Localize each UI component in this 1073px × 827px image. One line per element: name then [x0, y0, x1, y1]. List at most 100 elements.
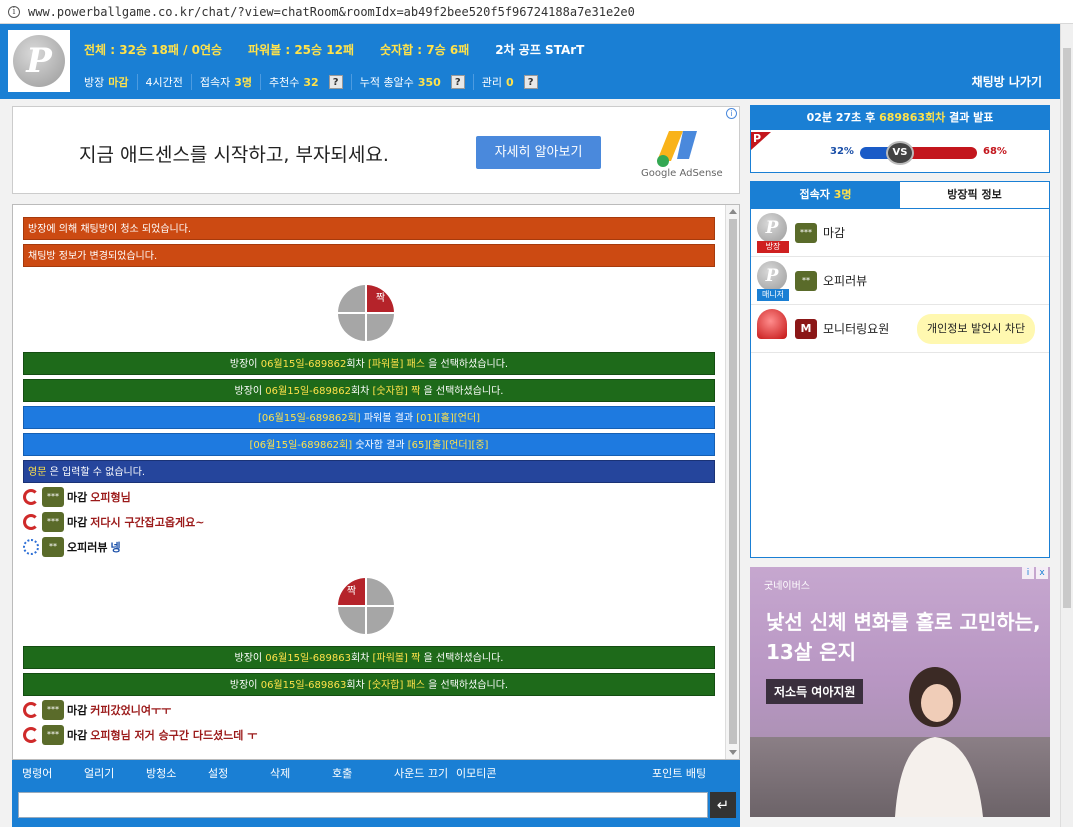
chat-text: 오피형님 — [90, 491, 131, 504]
ad-close-icon[interactable]: x — [1036, 567, 1048, 579]
send-button[interactable]: ↵ — [710, 792, 736, 818]
address-bar[interactable]: i www.powerballgame.co.kr/chat/?view=cha… — [0, 0, 1073, 24]
pie-pick-label: 짝 — [367, 285, 394, 312]
bullet-value: 350 — [417, 75, 441, 89]
recommend-label: 추천수 — [269, 76, 300, 89]
chat-nick[interactable]: 마감 — [67, 727, 87, 743]
menu-settings[interactable]: 설정 — [208, 765, 270, 781]
room-subbar: 방장 마감 4시간전 접속자 3명 추천수 32 ? 누적 총알수 350 ? … — [84, 74, 546, 90]
ad-learn-more-button[interactable]: 자세히 알아보기 — [476, 136, 601, 169]
result-countdown: 02분 27초 후 689863회차 결과 발표 — [751, 106, 1049, 130]
bullet-help-button[interactable]: ? — [450, 75, 465, 89]
ad-info-icon[interactable]: i — [726, 108, 737, 119]
pick-message: 방장이 06월15일-689862회차 [파워볼] 패스 을 선택하셨습니다. — [23, 352, 715, 375]
chat-nick[interactable]: 마감 — [67, 702, 87, 718]
tab-users[interactable]: 접속자 3명 — [751, 182, 900, 209]
user-count-label: 접속자 — [199, 76, 231, 89]
room-age-text: 4시간전 — [145, 76, 183, 89]
host-label: 방장 — [84, 76, 105, 89]
admin-help-button[interactable]: ? — [523, 75, 538, 89]
chat-menu: 명령어 얼리기 방청소 설정 삭제 호출 사운드 끄기 이모티콘 포인트 배팅 — [22, 765, 706, 781]
side-ad-banner[interactable]: 굿네이버스 낯선 신체 변화를 홀로 고민하는, 13살 은지 저소득 여아지원… — [750, 567, 1050, 817]
stat-start: 2차 공프 STArT — [495, 43, 585, 57]
chat-text: 넹 — [110, 541, 121, 554]
chat-message: *** 마감 오피형님 저거 승구간 다드셨느데 ㅜ — [23, 725, 257, 745]
rank-badge-icon: ** — [795, 270, 817, 291]
adsense-banner[interactable]: 지금 애드센스를 시작하고, 부자되세요. 자세히 알아보기 Google Ad… — [12, 106, 740, 194]
chat-nick[interactable]: 마감 — [67, 514, 87, 530]
level-icon — [23, 539, 39, 555]
rank-badge-icon: *** — [42, 725, 64, 745]
chat-text: 커피갔었니여ㅜㅜ — [90, 704, 172, 717]
bullet-label: 누적 총알수 — [359, 76, 414, 89]
adsense-brand: Google AdSense — [641, 168, 723, 179]
menu-commands[interactable]: 명령어 — [22, 765, 84, 781]
user-row[interactable]: M 모니터링요원 개인정보 발언시 차단 — [751, 305, 1049, 353]
ad-brand: 굿네이버스 — [764, 581, 810, 592]
menu-delete[interactable]: 삭제 — [270, 765, 332, 781]
avatar: P 매니저 — [757, 260, 789, 301]
admin-value: 0 — [506, 75, 514, 89]
ad-headline: 낯선 신체 변화를 홀로 고민하는, 13살 은지 — [766, 610, 1041, 664]
pick-message: 방장이 06월15일-689862회차 [숫자합] 짝 을 선택하셨습니다. — [23, 379, 715, 402]
stat-powerball: 파워볼 : 25승 12패 — [248, 43, 354, 57]
chat-message: *** 마감 커피갔었니여ㅜㅜ — [23, 700, 171, 720]
url-text[interactable]: www.powerballgame.co.kr/chat/?view=chatR… — [28, 5, 635, 19]
ad-tag: 저소득 여아지원 — [766, 679, 864, 704]
menu-clear-room[interactable]: 방청소 — [146, 765, 208, 781]
recommend-value: 32 — [303, 75, 319, 89]
english-notice: 영문 은 입력할 수 없습니다. — [23, 460, 715, 483]
user-name[interactable]: 모니터링요원 — [823, 320, 889, 337]
page-scroll-thumb[interactable] — [1063, 48, 1071, 608]
right-percent: 68% — [983, 146, 1007, 157]
ad-controls: i x — [1020, 567, 1048, 581]
tab-host-pick-info[interactable]: 방장픽 정보 — [900, 182, 1049, 209]
rank-badge-icon: ** — [42, 537, 64, 557]
scroll-up-icon[interactable] — [729, 209, 737, 214]
chat-scroll-thumb[interactable] — [729, 219, 737, 744]
exit-chatroom-button[interactable]: 채팅방 나가기 — [972, 73, 1042, 90]
chat-log: 방장에 의해 채팅방이 청소 되었습니다. 채팅방 정보가 변경되었습니다. 짝… — [12, 204, 740, 760]
recommend-help-button[interactable]: ? — [328, 75, 343, 89]
menu-emoticon[interactable]: 이모티콘 — [456, 765, 518, 781]
rank-badge-icon: *** — [42, 487, 64, 507]
chat-scrollbar[interactable] — [725, 205, 739, 759]
ad-headline[interactable]: 지금 애드센스를 시작하고, 부자되세요. — [79, 140, 389, 167]
role-badge: 방장 — [757, 240, 789, 253]
chat-text: 오피형님 저거 승구간 다드셨느데 ㅜ — [90, 729, 258, 742]
level-icon — [23, 489, 39, 505]
level-icon — [23, 514, 39, 530]
scroll-down-icon[interactable] — [729, 750, 737, 755]
users-tabs: 접속자 3명 방장픽 정보 — [751, 182, 1049, 209]
pick-message: 방장이 06월15일-689863회차 [숫자합] 패스 을 선택하셨습니다. — [23, 673, 715, 696]
monitor-badge-icon: M — [795, 318, 817, 339]
system-notice: 방장에 의해 채팅방이 청소 되었습니다. — [23, 217, 715, 240]
ad-info-icon[interactable]: i — [1022, 567, 1034, 579]
menu-sound-off[interactable]: 사운드 끄기 — [394, 765, 456, 781]
user-row[interactable]: P 매니저 ** 오피러뷰 — [751, 257, 1049, 305]
pie-pick-label: 짝 — [338, 578, 365, 605]
chat-nick[interactable]: 오피러뷰 — [67, 539, 107, 555]
rank-badge-icon: *** — [795, 222, 817, 243]
chat-nick[interactable]: 마감 — [67, 489, 87, 505]
room-age: 4시간전 — [136, 74, 191, 90]
chat-text: 저다시 구간잡고옵게요~ — [90, 516, 205, 529]
stat-total: 전체 : 32승 18패 / 0연승 — [84, 43, 223, 57]
page-scrollbar[interactable] — [1060, 24, 1073, 827]
admin-count: 관리 0 ? — [472, 74, 546, 90]
bullet-count: 누적 총알수 350 ? — [350, 74, 473, 90]
user-count: 접속자 3명 — [190, 74, 260, 90]
site-info-icon[interactable]: i — [8, 5, 20, 18]
powerball-logo-icon: P — [13, 35, 65, 87]
host-name: 마감 — [108, 76, 129, 89]
chat-message: *** 마감 저다시 구간잡고옵게요~ — [23, 512, 205, 532]
user-row[interactable]: P 방장 *** 마감 — [751, 209, 1049, 257]
menu-freeze[interactable]: 얼리기 — [84, 765, 146, 781]
vote-ratio: 32% VS 68% — [751, 141, 1051, 165]
menu-point-bet[interactable]: 포인트 배팅 — [652, 765, 732, 781]
user-name[interactable]: 마감 — [823, 224, 845, 241]
user-name[interactable]: 오피러뷰 — [823, 272, 867, 289]
chat-input[interactable] — [18, 792, 708, 818]
menu-call[interactable]: 호출 — [332, 765, 394, 781]
vs-icon: VS — [886, 141, 914, 165]
